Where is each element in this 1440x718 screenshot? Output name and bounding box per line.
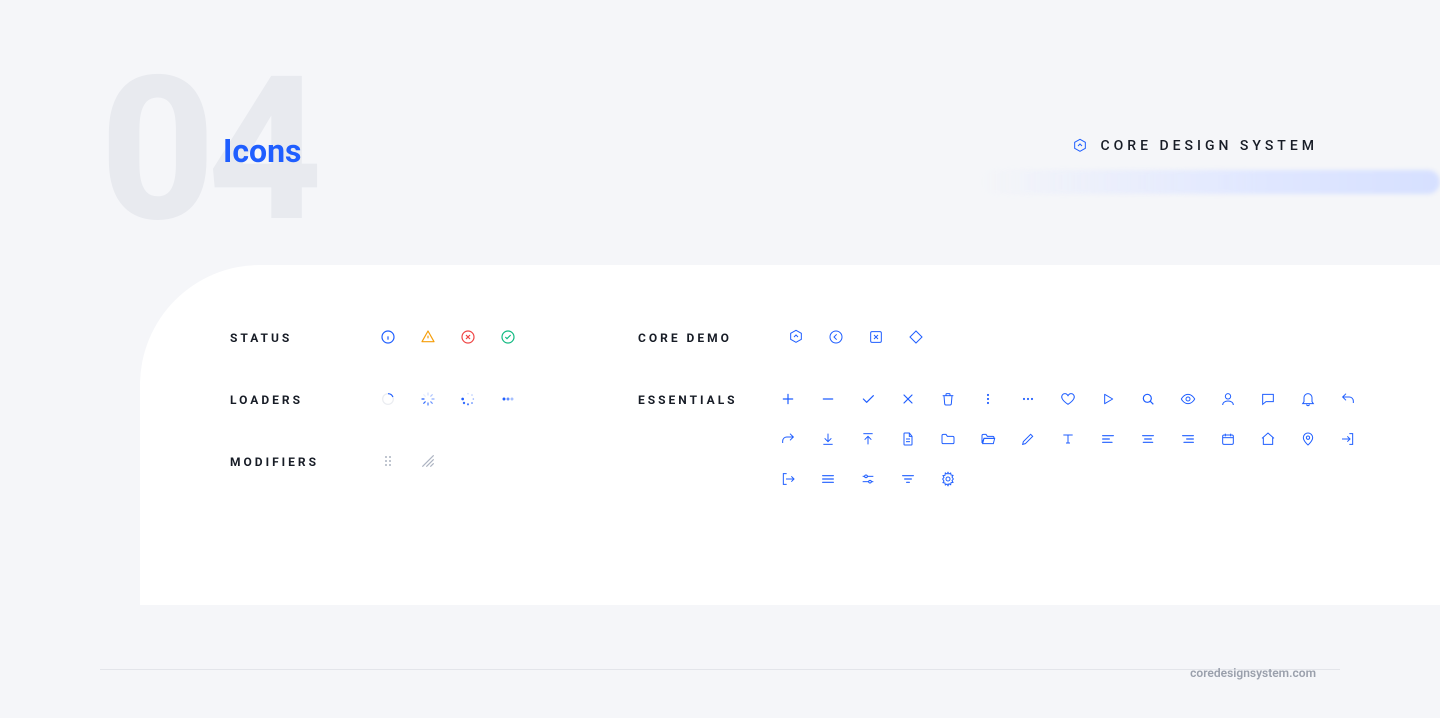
eye-icon bbox=[1180, 391, 1196, 407]
square-x-icon bbox=[868, 329, 884, 345]
status-icons bbox=[380, 329, 516, 345]
folder-open-icon bbox=[980, 431, 996, 447]
info-icon bbox=[380, 329, 396, 345]
x-icon bbox=[900, 391, 916, 407]
align-right-icon bbox=[1180, 431, 1196, 447]
spinner-ticks-icon bbox=[420, 391, 436, 407]
status-section: STATUS bbox=[230, 329, 638, 345]
folder-icon bbox=[940, 431, 956, 447]
circle-left-icon bbox=[828, 329, 844, 345]
dots-horizontal-icon bbox=[500, 391, 516, 407]
calendar-icon bbox=[1220, 431, 1236, 447]
brand-hexagon-icon bbox=[1072, 138, 1088, 154]
spinner-dots-ring-icon bbox=[460, 391, 476, 407]
brand: CORE DESIGN SYSTEM bbox=[1072, 138, 1318, 154]
file-icon bbox=[900, 431, 916, 447]
minus-icon bbox=[820, 391, 836, 407]
loaders-icons bbox=[380, 391, 516, 407]
bell-icon bbox=[1300, 391, 1316, 407]
search-icon bbox=[1140, 391, 1156, 407]
menu-icon bbox=[820, 471, 836, 487]
brand-name: CORE DESIGN SYSTEM bbox=[1100, 138, 1318, 154]
reply-icon bbox=[1340, 391, 1356, 407]
login-icon bbox=[1340, 431, 1356, 447]
warning-icon bbox=[420, 329, 436, 345]
text-icon bbox=[1060, 431, 1076, 447]
modifiers-icons bbox=[380, 453, 436, 469]
upload-icon bbox=[860, 431, 876, 447]
home-icon bbox=[1260, 431, 1276, 447]
diamond-icon bbox=[908, 329, 924, 345]
play-icon bbox=[1100, 391, 1116, 407]
page-title: Icons bbox=[223, 132, 301, 170]
brand-underline-decoration bbox=[980, 170, 1440, 194]
settings-icon bbox=[940, 471, 956, 487]
essentials-section: ESSENTIALS bbox=[638, 391, 1380, 487]
resize-handle-icon bbox=[420, 453, 436, 469]
filter-icon bbox=[900, 471, 916, 487]
edit-icon bbox=[1020, 431, 1036, 447]
user-icon bbox=[1220, 391, 1236, 407]
modifiers-label: MODIFIERS bbox=[230, 453, 380, 469]
hexagon-up-icon bbox=[788, 329, 804, 345]
coredemo-icons bbox=[788, 329, 924, 345]
more-vertical-icon bbox=[980, 391, 996, 407]
success-icon bbox=[500, 329, 516, 345]
error-icon bbox=[460, 329, 476, 345]
plus-icon bbox=[780, 391, 796, 407]
loaders-label: LOADERS bbox=[230, 391, 380, 407]
spinner-ring-icon bbox=[380, 391, 396, 407]
align-center-icon bbox=[1140, 431, 1156, 447]
status-label: STATUS bbox=[230, 329, 380, 345]
modifiers-section: MODIFIERS bbox=[230, 453, 638, 469]
essentials-label: ESSENTIALS bbox=[638, 391, 780, 407]
check-icon bbox=[860, 391, 876, 407]
coredemo-label: CORE DEMO bbox=[638, 329, 788, 345]
share-icon bbox=[780, 431, 796, 447]
footer-site: coredesignsystem.com bbox=[1190, 666, 1316, 680]
footer-divider bbox=[100, 669, 1340, 670]
drag-handle-icon bbox=[380, 453, 396, 469]
location-icon bbox=[1300, 431, 1316, 447]
icon-showcase-card: STATUS LOADER bbox=[140, 265, 1440, 605]
loaders-section: LOADERS bbox=[230, 391, 638, 407]
logout-icon bbox=[780, 471, 796, 487]
essentials-icons bbox=[780, 391, 1380, 487]
chat-icon bbox=[1260, 391, 1276, 407]
coredemo-section: CORE DEMO bbox=[638, 329, 1380, 345]
heart-icon bbox=[1060, 391, 1076, 407]
more-horizontal-icon bbox=[1020, 391, 1036, 407]
sliders-icon bbox=[860, 471, 876, 487]
align-left-icon bbox=[1100, 431, 1116, 447]
download-icon bbox=[820, 431, 836, 447]
trash-icon bbox=[940, 391, 956, 407]
